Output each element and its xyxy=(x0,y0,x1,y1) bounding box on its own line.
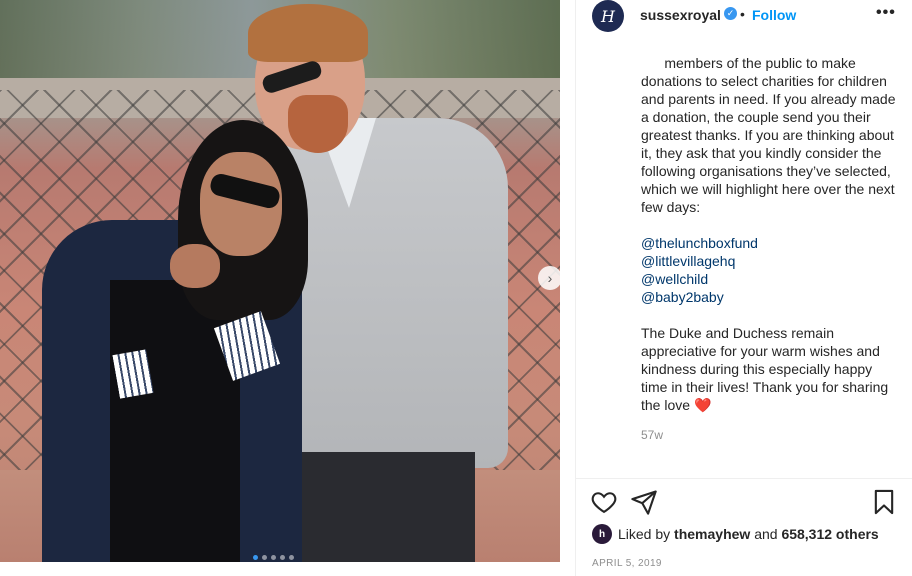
liker-avatar-initial: h xyxy=(598,528,606,540)
more-options-icon[interactable]: ••• xyxy=(876,4,896,22)
mention-link[interactable]: @baby2baby xyxy=(641,289,724,305)
mention-link[interactable]: @littlevillagehq xyxy=(641,253,735,269)
username-link[interactable]: sussexroyal xyxy=(640,7,721,23)
instagram-post: › H sussexroyal ✓ • Follow ••• members o… xyxy=(0,0,912,576)
photo-woman-dress xyxy=(110,280,240,562)
photo-man-sweater xyxy=(268,118,508,468)
post-photo[interactable] xyxy=(0,0,560,562)
caption-scroll-fade xyxy=(641,36,896,54)
comment-timestamp: 57w xyxy=(641,428,664,442)
red-heart-emoji: ❤️ xyxy=(693,397,712,413)
verified-icon: ✓ xyxy=(724,7,737,20)
liker-username-link[interactable]: themayhew xyxy=(674,526,750,542)
likes-count-link[interactable]: 658,312 others xyxy=(781,526,878,542)
likes-summary: h Liked by themayhew and 658,312 others xyxy=(592,524,879,544)
header-separator: • xyxy=(740,6,745,22)
share-icon[interactable] xyxy=(630,488,658,516)
mention-link[interactable]: @wellchild xyxy=(641,271,708,287)
chevron-right-icon: › xyxy=(547,270,553,286)
follow-button[interactable]: Follow xyxy=(752,7,796,23)
carousel-dot xyxy=(289,555,294,560)
carousel-dot xyxy=(262,555,267,560)
likes-prefix: Liked by xyxy=(618,526,671,542)
photo-man-hair xyxy=(248,4,368,62)
heart-icon[interactable] xyxy=(590,488,618,516)
carousel-dot xyxy=(271,555,276,560)
likes-connector: and xyxy=(754,526,778,542)
post-sidebar: H sussexroyal ✓ • Follow ••• members of … xyxy=(575,0,912,576)
carousel-dot xyxy=(280,555,285,560)
photo-man-beard xyxy=(288,95,348,153)
divider xyxy=(576,478,912,479)
avatar-monogram: H xyxy=(601,6,615,26)
carousel-next-button[interactable]: › xyxy=(538,266,562,290)
profile-avatar[interactable]: H xyxy=(592,0,624,32)
caption-intro: members of the public to make donations … xyxy=(641,55,896,215)
post-caption: members of the public to make donations … xyxy=(641,36,896,450)
caption-outro: The Duke and Duchess remain appreciative… xyxy=(641,325,893,413)
mention-link[interactable]: @thelunchboxfund xyxy=(641,235,758,251)
liker-avatar[interactable]: h xyxy=(592,524,612,544)
photo-striped-cuff xyxy=(112,349,154,399)
post-header: H sussexroyal ✓ • Follow ••• xyxy=(576,0,912,32)
carousel-dots xyxy=(253,555,294,560)
photo-woman-hand xyxy=(170,244,220,288)
action-bar xyxy=(576,488,912,524)
post-date: APRIL 5, 2019 xyxy=(592,558,662,569)
bookmark-icon[interactable] xyxy=(870,488,898,516)
carousel-dot xyxy=(253,555,258,560)
